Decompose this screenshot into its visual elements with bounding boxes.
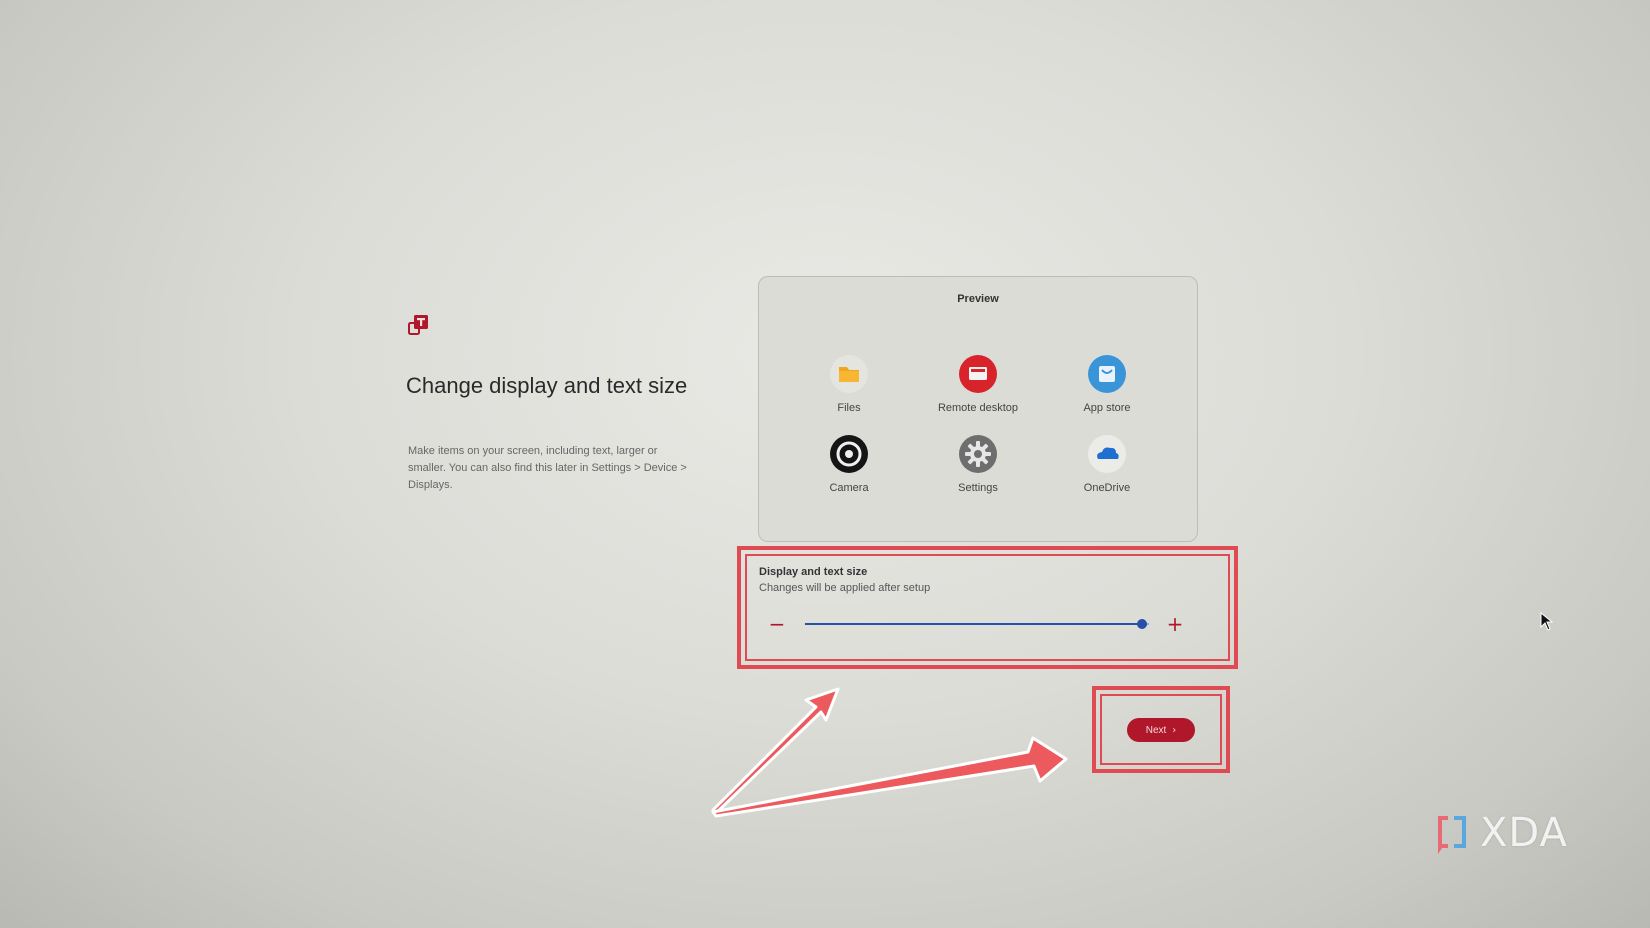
watermark: XDA [1432,810,1592,860]
cursor-icon [1540,612,1554,631]
screen: Change display and text size Make items … [0,0,1650,928]
annotation-arrows [711,687,1068,818]
watermark-text: XDA [1480,810,1568,856]
xda-logo-icon [1438,816,1466,854]
arrow-to-next-icon [711,736,1068,818]
